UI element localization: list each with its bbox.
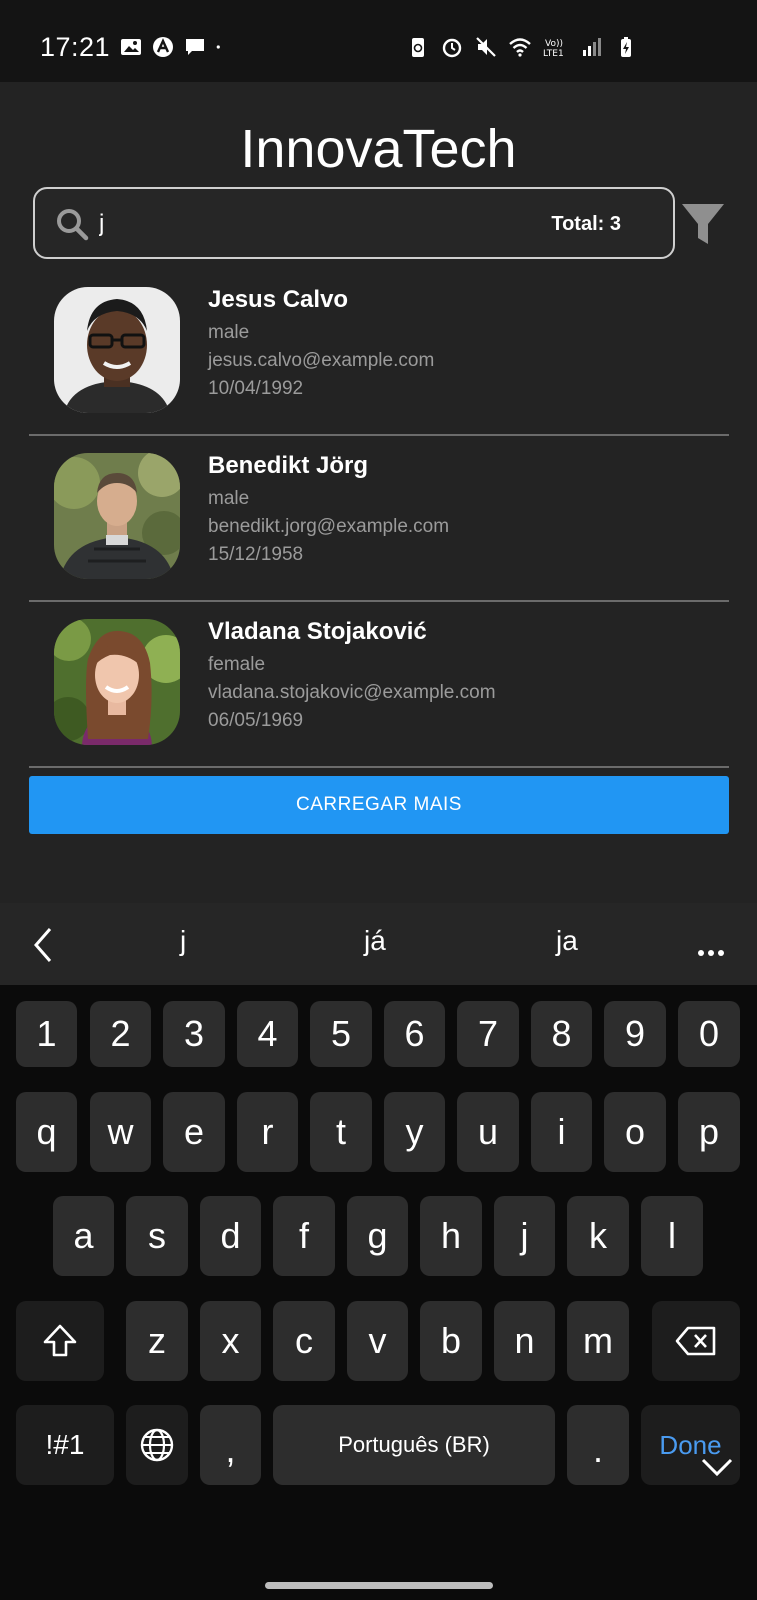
user-dob: 15/12/1958 (208, 544, 304, 565)
key-o[interactable]: o (604, 1092, 666, 1172)
symbols-key[interactable]: !#1 (16, 1405, 114, 1485)
status-time: 17:21 (40, 32, 111, 62)
key-r[interactable]: r (237, 1092, 298, 1172)
key-d[interactable]: d (200, 1196, 261, 1276)
key-6[interactable]: 6 (384, 1001, 445, 1067)
user-email: vladana.stojakovic@example.com (208, 682, 496, 703)
avatar (54, 453, 180, 579)
key-y[interactable]: y (384, 1092, 445, 1172)
backspace-key[interactable] (652, 1301, 740, 1381)
space-key[interactable]: Português (BR) (273, 1405, 555, 1485)
key-e[interactable]: e (163, 1092, 225, 1172)
status-right-icons: Vo)) LTE1 (407, 36, 637, 58)
key-0[interactable]: 0 (678, 1001, 740, 1067)
key-8[interactable]: 8 (531, 1001, 592, 1067)
key-l[interactable]: l (641, 1196, 703, 1276)
navigation-handle[interactable] (265, 1582, 493, 1589)
key-n[interactable]: n (494, 1301, 555, 1381)
key-k[interactable]: k (567, 1196, 629, 1276)
key-5[interactable]: 5 (310, 1001, 372, 1067)
user-name: Benedikt Jörg (208, 452, 369, 479)
key-v[interactable]: v (347, 1301, 408, 1381)
key-1[interactable]: 1 (16, 1001, 77, 1067)
volte-icon: Vo))LTE1 (543, 39, 564, 58)
period-key[interactable]: . (567, 1405, 629, 1485)
user-gender: female (208, 654, 266, 675)
user-name: Jesus Calvo (208, 286, 349, 313)
signal-icon (583, 38, 601, 56)
shift-icon (43, 1324, 77, 1357)
filter-icon[interactable] (680, 200, 726, 248)
language-key[interactable] (126, 1405, 188, 1485)
status-left-icons (120, 36, 226, 58)
key-b[interactable]: b (420, 1301, 482, 1381)
key-u[interactable]: u (457, 1092, 519, 1172)
svg-text:Vo)): Vo)) (545, 39, 563, 49)
user-gender: male (208, 322, 250, 343)
keyboard-suggestion-bar: j já ja (0, 903, 757, 985)
search-icon (57, 209, 89, 241)
more-options-icon[interactable] (698, 943, 728, 961)
avatar (54, 287, 180, 413)
app-a-icon (153, 37, 173, 57)
user-gender: male (208, 488, 250, 509)
chat-icon (186, 39, 204, 55)
battery-saver-icon (412, 38, 424, 57)
shift-key[interactable] (16, 1301, 104, 1381)
key-c[interactable]: c (273, 1301, 335, 1381)
dot-icon (216, 45, 220, 49)
suggestion-3[interactable]: ja (556, 925, 578, 957)
user-row-jesus-calvo[interactable]: Jesus Calvo male jesus.calvo@example.com… (29, 270, 729, 436)
user-email: benedikt.jorg@example.com (208, 516, 450, 537)
key-t[interactable]: t (310, 1092, 372, 1172)
status-bar: 17:21 Vo)) LTE1 (0, 0, 757, 82)
search-total: Total: 3 (551, 213, 621, 235)
key-f[interactable]: f (273, 1196, 335, 1276)
key-x[interactable]: x (200, 1301, 261, 1381)
backspace-icon (675, 1326, 716, 1356)
key-q[interactable]: q (16, 1092, 77, 1172)
key-z[interactable]: z (126, 1301, 188, 1381)
key-p[interactable]: p (678, 1092, 740, 1172)
user-dob: 06/05/1969 (208, 710, 304, 731)
keyboard: 1 2 3 4 5 6 7 8 9 0 q w e r t y u i o p … (0, 985, 757, 1600)
search-input[interactable] (99, 206, 459, 242)
avatar (54, 619, 180, 745)
alarm-icon (442, 38, 462, 58)
globe-icon (140, 1428, 174, 1462)
app-title: InnovaTech (240, 119, 517, 179)
key-4[interactable]: 4 (237, 1001, 298, 1067)
user-email: jesus.calvo@example.com (208, 350, 435, 371)
user-list: Jesus Calvo male jesus.calvo@example.com… (29, 270, 729, 768)
key-3[interactable]: 3 (163, 1001, 225, 1067)
key-a[interactable]: a (53, 1196, 114, 1276)
battery-charging-icon (621, 37, 631, 57)
chevron-down-icon[interactable] (700, 1455, 734, 1479)
key-g[interactable]: g (347, 1196, 408, 1276)
user-name: Vladana Stojaković (208, 618, 427, 645)
key-i[interactable]: i (531, 1092, 592, 1172)
key-m[interactable]: m (567, 1301, 629, 1381)
key-s[interactable]: s (126, 1196, 188, 1276)
user-row-benedikt-jorg[interactable]: Benedikt Jörg male benedikt.jorg@example… (29, 436, 729, 602)
suggestion-2[interactable]: já (364, 925, 386, 957)
comma-key[interactable]: , (200, 1405, 261, 1485)
key-2[interactable]: 2 (90, 1001, 151, 1067)
wifi-icon (509, 38, 531, 57)
key-9[interactable]: 9 (604, 1001, 666, 1067)
svg-text:LTE1: LTE1 (543, 49, 564, 58)
suggestion-1[interactable]: j (180, 925, 186, 957)
image-icon (121, 39, 141, 55)
search-box[interactable]: Total: 3 (33, 187, 675, 259)
key-w[interactable]: w (90, 1092, 151, 1172)
chevron-left-icon[interactable] (28, 923, 60, 967)
user-dob: 10/04/1992 (208, 378, 304, 399)
user-row-vladana-stojakovic[interactable]: Vladana Stojaković female vladana.stojak… (29, 602, 729, 768)
key-h[interactable]: h (420, 1196, 482, 1276)
mute-icon (476, 37, 496, 57)
key-j[interactable]: j (494, 1196, 555, 1276)
load-more-button[interactable]: CARREGAR MAIS (29, 776, 729, 834)
key-7[interactable]: 7 (457, 1001, 519, 1067)
